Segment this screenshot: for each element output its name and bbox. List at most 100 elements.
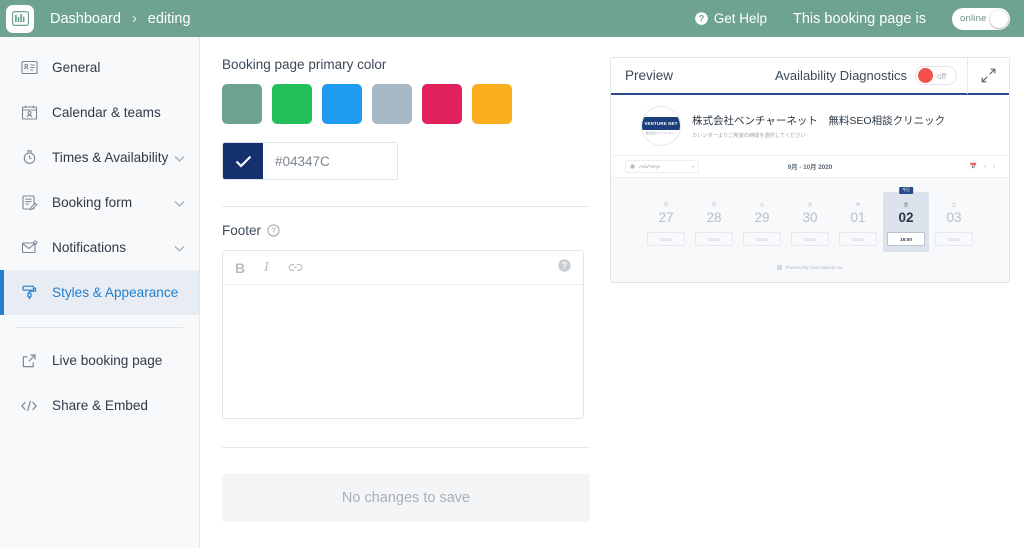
chevron-down-icon[interactable] bbox=[174, 240, 185, 255]
sidebar-item-label: Times & Availability bbox=[52, 150, 169, 165]
editor-help-icon[interactable]: ? bbox=[558, 258, 571, 277]
sidebar-item-label: Share & Embed bbox=[52, 398, 148, 413]
italic-button[interactable]: I bbox=[264, 260, 269, 276]
clock-icon bbox=[18, 147, 40, 169]
time-slot-selected[interactable]: 16:00 bbox=[887, 232, 925, 246]
preview-column: Preview Availability Diagnostics off VEN… bbox=[610, 57, 1010, 548]
sidebar-item-booking-form[interactable]: Booking form bbox=[0, 180, 199, 225]
time-slot[interactable]: 16:00 bbox=[647, 232, 685, 246]
chevron-right-icon[interactable]: › bbox=[993, 164, 995, 170]
color-swatch[interactable] bbox=[422, 84, 462, 124]
chevron-down-icon[interactable] bbox=[174, 150, 185, 165]
day-column[interactable]: 水 30 16:00 bbox=[787, 192, 833, 252]
chevron-down-icon[interactable] bbox=[174, 195, 185, 210]
sidebar-divider bbox=[16, 327, 183, 328]
footer-rich-text-editor: B I ? bbox=[222, 250, 584, 419]
day-column[interactable]: 火 29 16:00 bbox=[739, 192, 785, 252]
time-slot[interactable]: 16:00 bbox=[743, 232, 781, 246]
day-column[interactable]: 木 01 16:00 bbox=[835, 192, 881, 252]
svg-text:?: ? bbox=[698, 14, 704, 24]
bold-button[interactable]: B bbox=[235, 260, 245, 276]
booking-status-label: This booking page is bbox=[793, 10, 926, 27]
venture-net-logo: VENTURE NET 株式会社ベンチャーネット bbox=[641, 106, 681, 146]
sidebar-item-styles-and-appearance[interactable]: Styles & Appearance bbox=[0, 270, 199, 315]
check-icon bbox=[235, 155, 251, 167]
day-column-selected[interactable]: 今日 金 02 16:00 bbox=[883, 187, 929, 252]
primary-color-label: Booking page primary color bbox=[222, 57, 387, 72]
booking-calendar-controls: Asia/Tokyo ▾ 9月 - 10月 2020 📅 ‹ › bbox=[611, 156, 1009, 178]
powered-by-icon bbox=[777, 265, 783, 270]
sidebar-item-share-and-embed[interactable]: Share & Embed bbox=[0, 383, 199, 428]
toggle-dot bbox=[918, 68, 933, 83]
logo-subtext: 株式会社ベンチャーネット bbox=[645, 132, 677, 135]
main-content: Booking page primary color Foo bbox=[200, 37, 1024, 548]
section-divider bbox=[222, 206, 590, 207]
day-column[interactable]: 日 27 16:00 bbox=[643, 192, 689, 252]
availability-diagnostics-control: Availability Diagnostics off bbox=[775, 66, 957, 85]
color-swatch[interactable] bbox=[322, 84, 362, 124]
breadcrumb-root[interactable]: Dashboard bbox=[50, 11, 121, 27]
footer-label-text: Footer bbox=[222, 223, 262, 238]
question-circle-icon[interactable]: ? bbox=[267, 224, 280, 237]
sidebar-item-label: General bbox=[52, 60, 101, 75]
svg-text:?: ? bbox=[271, 226, 276, 235]
online-toggle-label: online bbox=[960, 13, 987, 24]
day-of-week: 金 bbox=[903, 202, 909, 207]
sidebar-item-live-booking-page[interactable]: Live booking page bbox=[0, 338, 199, 383]
online-toggle[interactable]: online bbox=[952, 7, 1010, 30]
time-slot[interactable]: 16:00 bbox=[695, 232, 733, 246]
day-number: 30 bbox=[802, 210, 818, 225]
sidebar-item-label: Live booking page bbox=[52, 353, 163, 368]
app-header: Dashboard › editing ? Get Help This book… bbox=[0, 0, 1024, 37]
form-pencil-icon bbox=[18, 192, 40, 214]
day-number: 01 bbox=[850, 210, 866, 225]
sidebar-item-calendar-and-teams[interactable]: Calendar & teams bbox=[0, 90, 199, 135]
sidebar-item-notifications[interactable]: Notifications bbox=[0, 225, 199, 270]
time-slot[interactable]: 16:00 bbox=[839, 232, 877, 246]
sidebar-item-label: Styles & Appearance bbox=[52, 285, 179, 300]
breadcrumb-current: editing bbox=[147, 10, 191, 27]
color-swatch[interactable] bbox=[272, 84, 312, 124]
logo-band: VENTURE NET bbox=[642, 117, 680, 130]
get-help-button[interactable]: ? Get Help bbox=[694, 11, 767, 26]
time-slot[interactable]: 16:00 bbox=[791, 232, 829, 246]
breadcrumb: Dashboard › editing bbox=[50, 11, 191, 27]
day-column[interactable]: 月 28 16:00 bbox=[691, 192, 737, 252]
external-link-icon bbox=[18, 350, 40, 372]
sidebar-item-general[interactable]: General bbox=[0, 45, 199, 90]
header-actions: ? Get Help This booking page is online bbox=[694, 7, 1010, 30]
month-range-label: 9月 - 10月 2020 bbox=[787, 164, 833, 171]
day-column[interactable]: 土 03 16:00 bbox=[931, 192, 977, 252]
body-wrapper: General Calendar & teams Times & Availab… bbox=[0, 37, 1024, 548]
footer-editor-content[interactable] bbox=[223, 285, 583, 418]
sidebar: General Calendar & teams Times & Availab… bbox=[0, 37, 200, 548]
color-swatch-list bbox=[222, 84, 592, 124]
day-number: 02 bbox=[898, 210, 914, 225]
svg-text:?: ? bbox=[562, 260, 568, 270]
booking-page-titles: 株式会社ベンチャーネット 無料SEO相談クリニック カレンダーよりご希望の時間を… bbox=[692, 113, 945, 139]
sidebar-item-times-and-availability[interactable]: Times & Availability bbox=[0, 135, 199, 180]
time-slot[interactable]: 16:00 bbox=[935, 232, 973, 246]
selected-color-check[interactable] bbox=[223, 143, 263, 179]
color-swatch[interactable] bbox=[372, 84, 412, 124]
code-brackets-icon bbox=[18, 395, 40, 417]
preview-panel: Preview Availability Diagnostics off VEN… bbox=[610, 57, 1010, 283]
link-button[interactable] bbox=[288, 260, 303, 276]
calendar-icon[interactable]: 📅 bbox=[970, 163, 977, 170]
color-swatch[interactable] bbox=[222, 84, 262, 124]
bar-chart-logo-icon[interactable] bbox=[6, 4, 34, 33]
day-of-week: 木 bbox=[855, 202, 861, 207]
preview-header: Preview Availability Diagnostics off bbox=[611, 58, 1009, 95]
toggle-state-label: off bbox=[937, 70, 947, 81]
footer-section-label: Footer ? bbox=[222, 223, 592, 238]
powered-by-footer: Powered by YouCanBook.me bbox=[611, 256, 1009, 282]
hex-color-input[interactable] bbox=[263, 143, 397, 179]
day-of-week: 土 bbox=[951, 202, 957, 207]
day-number: 27 bbox=[658, 210, 674, 225]
save-button: No changes to save bbox=[222, 474, 590, 522]
chevron-left-icon[interactable]: ‹ bbox=[984, 164, 986, 170]
expand-diagonal-icon[interactable] bbox=[967, 58, 1009, 94]
day-number: 28 bbox=[706, 210, 722, 225]
availability-diagnostics-toggle[interactable]: off bbox=[915, 66, 957, 85]
color-swatch[interactable] bbox=[472, 84, 512, 124]
